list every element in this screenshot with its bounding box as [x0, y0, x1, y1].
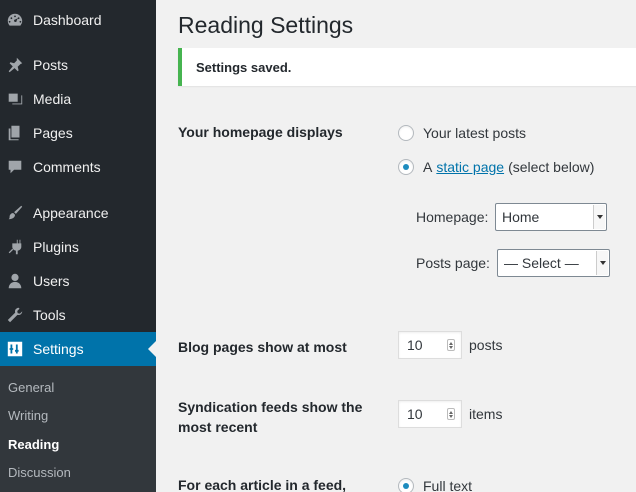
spinner-icon[interactable]: [447, 408, 455, 420]
menu-media-label: Media: [33, 91, 72, 107]
menu-appearance-label: Appearance: [33, 205, 109, 221]
latest-posts-option[interactable]: Your latest posts: [398, 125, 526, 141]
syndication-label-line2: most recent: [178, 419, 258, 435]
menu-plugins[interactable]: Plugins: [0, 230, 156, 264]
menu-pages[interactable]: Pages: [0, 116, 156, 150]
notice-text: Settings saved.: [196, 59, 292, 75]
latest-posts-radio[interactable]: [398, 125, 414, 141]
dashboard-icon: [5, 10, 25, 30]
plugin-icon: [5, 237, 25, 257]
blog-pages-unit: posts: [469, 337, 503, 353]
page-title: Reading Settings: [178, 12, 354, 38]
menu-appearance[interactable]: Appearance: [0, 196, 156, 230]
homepage-select-value: Home: [502, 209, 540, 225]
menu-users[interactable]: Users: [0, 264, 156, 298]
syndication-unit: items: [469, 406, 503, 422]
homepage-select-label: Homepage:: [416, 209, 489, 225]
full-text-radio[interactable]: [398, 478, 414, 492]
homepage-displays-label: Your homepage displays: [178, 124, 343, 140]
submenu-writing[interactable]: Writing: [8, 408, 48, 423]
blog-pages-input[interactable]: 10: [398, 331, 462, 359]
blog-pages-label: Blog pages show at most: [178, 339, 347, 355]
settings-icon: [5, 339, 25, 359]
static-page-prefix: A: [423, 159, 433, 175]
menu-plugins-label: Plugins: [33, 239, 79, 255]
spinner-icon[interactable]: [447, 339, 455, 351]
brush-icon: [5, 203, 25, 223]
menu-dashboard[interactable]: Dashboard: [0, 3, 156, 37]
chevron-down-icon: [593, 205, 605, 229]
menu-posts[interactable]: Posts: [0, 48, 156, 82]
admin-sidebar: Dashboard Posts Media Pages Comments App…: [0, 0, 156, 492]
chevron-down-icon: [596, 251, 608, 275]
pages-icon: [5, 123, 25, 143]
settings-saved-notice: Settings saved.: [178, 48, 636, 86]
menu-comments-label: Comments: [33, 159, 101, 175]
settings-submenu: General Writing Reading Discussion: [0, 366, 156, 492]
menu-tools-label: Tools: [33, 307, 66, 323]
static-page-radio[interactable]: [398, 159, 414, 175]
posts-page-select[interactable]: — Select —: [497, 249, 610, 277]
pin-icon: [5, 55, 25, 75]
submenu-reading[interactable]: Reading: [8, 437, 59, 452]
feed-article-label: For each article in a feed,: [178, 477, 347, 492]
comment-icon: [5, 157, 25, 177]
wrench-icon: [5, 305, 25, 325]
menu-settings[interactable]: Settings: [0, 332, 156, 366]
syndication-label-line1: Syndication feeds show the: [178, 399, 363, 415]
submenu-discussion[interactable]: Discussion: [8, 465, 71, 480]
menu-pages-label: Pages: [33, 125, 73, 141]
syndication-label: Syndication feeds show the most recent: [178, 397, 362, 437]
posts-page-select-label: Posts page:: [416, 255, 490, 271]
full-text-option[interactable]: Full text: [398, 478, 472, 492]
static-page-option[interactable]: A static page (select below): [398, 159, 594, 175]
menu-posts-label: Posts: [33, 57, 69, 73]
syndication-value: 10: [407, 406, 423, 422]
static-page-link[interactable]: static page: [436, 159, 504, 175]
posts-page-select-value: — Select —: [504, 255, 579, 271]
menu-users-label: Users: [33, 273, 70, 289]
homepage-select[interactable]: Home: [495, 203, 607, 231]
user-icon: [5, 271, 25, 291]
blog-pages-value: 10: [407, 337, 423, 353]
submenu-general[interactable]: General: [8, 380, 54, 395]
full-text-label: Full text: [423, 478, 473, 492]
menu-dashboard-label: Dashboard: [33, 12, 102, 28]
syndication-input[interactable]: 10: [398, 400, 462, 428]
menu-settings-label: Settings: [33, 341, 84, 357]
static-page-suffix: (select below): [508, 159, 595, 175]
menu-media[interactable]: Media: [0, 82, 156, 116]
media-icon: [5, 89, 25, 109]
menu-tools[interactable]: Tools: [0, 298, 156, 332]
latest-posts-label: Your latest posts: [423, 125, 526, 141]
menu-comments[interactable]: Comments: [0, 150, 156, 184]
